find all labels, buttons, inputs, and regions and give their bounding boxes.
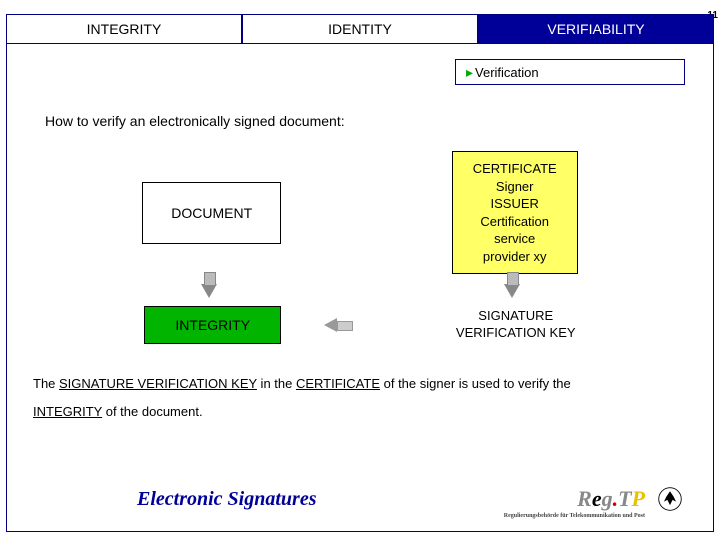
t: The xyxy=(33,376,59,391)
arrow-down-icon xyxy=(504,284,520,298)
regtp-logo: Reg.TP Regulierungsbehörde für Telekommu… xyxy=(571,486,645,512)
arrow-down-icon xyxy=(201,284,217,298)
diagram-row-2: INTEGRITY SIGNATUREVERIFICATION KEY xyxy=(57,306,663,344)
document-box: DOCUMENT xyxy=(142,182,281,244)
slide-frame: INTEGRITY IDENTITY VERIFIABILITY Verific… xyxy=(6,14,714,532)
tab-identity[interactable]: IDENTITY xyxy=(242,14,478,44)
t: of the signer is used to verify the xyxy=(380,376,571,391)
t: in the xyxy=(257,376,296,391)
tab-verifiability[interactable]: VERIFIABILITY xyxy=(478,14,714,44)
footer: Electronic Signatures Reg.TP Regulierung… xyxy=(7,479,713,519)
subsection-label: Verification xyxy=(455,59,685,85)
regtp-subtitle: Regulierungsbehörde für Telekommunikatio… xyxy=(504,513,645,519)
subsection-text: Verification xyxy=(475,65,539,80)
cert-underline: CERTIFICATE xyxy=(296,376,380,391)
svk-underline: SIGNATURE VERIFICATION KEY xyxy=(59,376,257,391)
t: of the document. xyxy=(102,404,202,419)
arrow-left-icon xyxy=(324,318,337,332)
tab-integrity[interactable]: INTEGRITY xyxy=(6,14,242,44)
arrow-row xyxy=(57,284,663,298)
eagle-icon xyxy=(657,486,683,512)
content-area: How to verify an electronically signed d… xyxy=(27,113,693,453)
diagram-row-1: DOCUMENT CERTIFICATESignerISSUERCertific… xyxy=(57,151,663,274)
explanation-text: The SIGNATURE VERIFICATION KEY in the CE… xyxy=(33,370,693,425)
heading: How to verify an electronically signed d… xyxy=(45,113,693,129)
footer-title: Electronic Signatures xyxy=(137,488,316,511)
integrity-box: INTEGRITY xyxy=(144,306,281,344)
footer-logos: Reg.TP Regulierungsbehörde für Telekommu… xyxy=(571,486,683,512)
tab-row: INTEGRITY IDENTITY VERIFIABILITY xyxy=(6,14,714,44)
signature-key-label: SIGNATUREVERIFICATION KEY xyxy=(456,308,576,342)
certificate-box: CERTIFICATESignerISSUERCertificationserv… xyxy=(452,151,578,274)
int-underline: INTEGRITY xyxy=(33,404,102,419)
